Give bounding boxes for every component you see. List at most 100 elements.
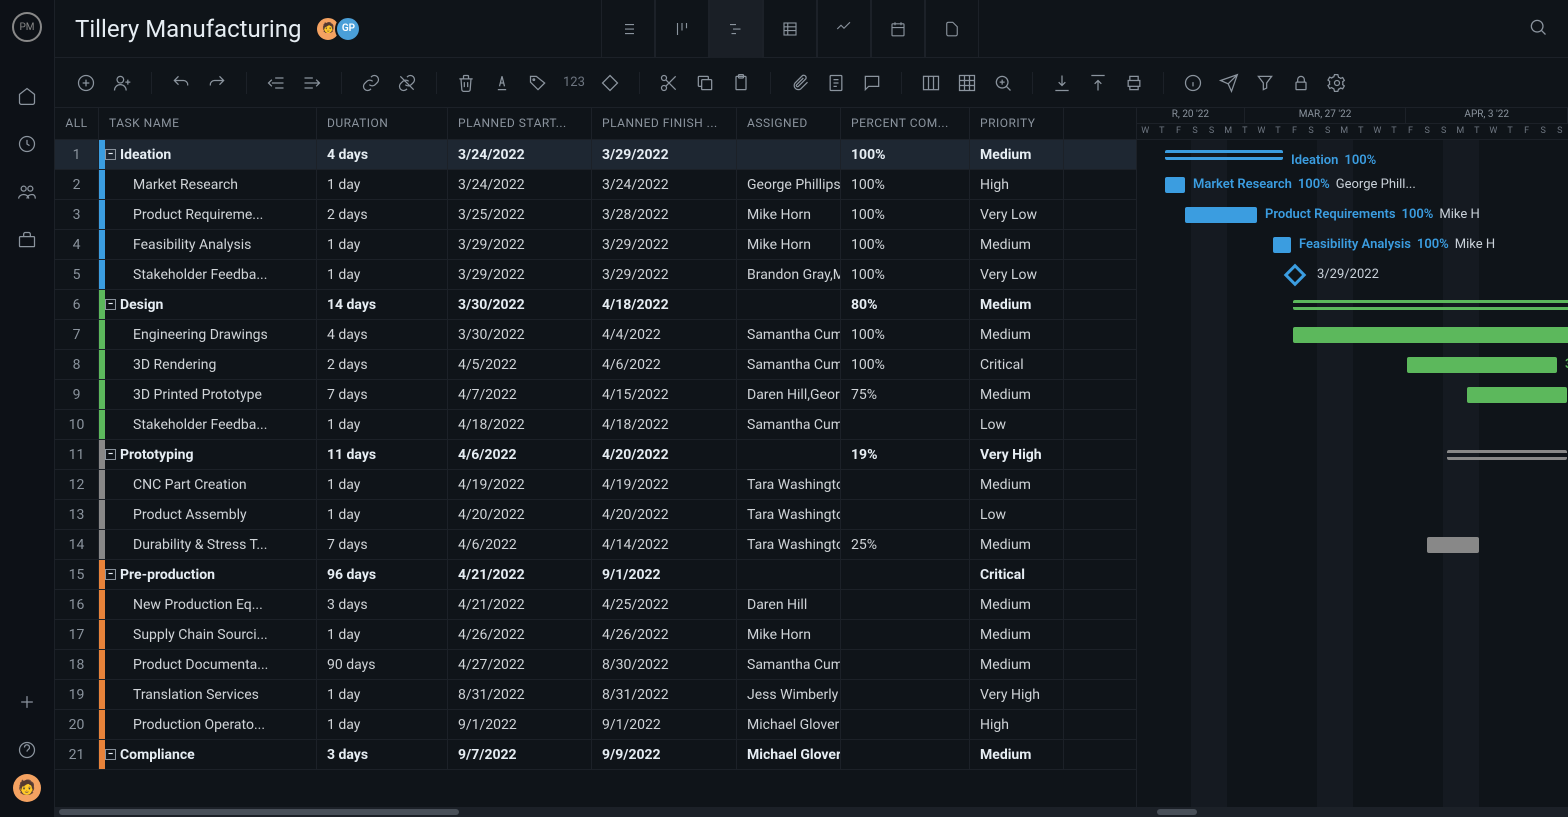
percent-cell[interactable] — [841, 620, 970, 649]
task-row[interactable]: 9 3D Printed Prototype 7 days 4/7/2022 4… — [55, 380, 1136, 410]
finish-cell[interactable]: 4/19/2022 — [592, 470, 737, 499]
assigned-cell[interactable]: Samantha Cum — [737, 320, 841, 349]
start-cell[interactable]: 4/18/2022 — [448, 410, 592, 439]
duration-cell[interactable]: 1 day — [317, 170, 448, 199]
percent-cell[interactable]: 100% — [841, 320, 970, 349]
duration-cell[interactable]: 2 days — [317, 200, 448, 229]
percent-cell[interactable] — [841, 740, 970, 769]
task-name-cell[interactable]: − Prototyping — [99, 440, 317, 469]
task-name-cell[interactable]: Translation Services — [99, 680, 317, 709]
start-cell[interactable]: 3/25/2022 — [448, 200, 592, 229]
notes-icon[interactable] — [825, 72, 847, 94]
col-header-priority[interactable]: PRIORITY — [970, 108, 1064, 139]
start-cell[interactable]: 4/19/2022 — [448, 470, 592, 499]
duration-cell[interactable]: 1 day — [317, 620, 448, 649]
gantt-row[interactable] — [1137, 740, 1568, 770]
assigned-cell[interactable]: Mike Horn — [737, 230, 841, 259]
priority-cell[interactable]: Medium — [970, 230, 1064, 259]
finish-cell[interactable]: 3/29/2022 — [592, 260, 737, 289]
view-chart-icon[interactable] — [817, 0, 871, 58]
start-cell[interactable]: 4/27/2022 — [448, 650, 592, 679]
finish-cell[interactable]: 4/15/2022 — [592, 380, 737, 409]
percent-cell[interactable]: 80% — [841, 290, 970, 319]
assigned-cell[interactable]: Mike Horn — [737, 200, 841, 229]
task-name-cell[interactable]: Product Assembly — [99, 500, 317, 529]
task-row[interactable]: 15 − Pre-production 96 days 4/21/2022 9/… — [55, 560, 1136, 590]
gantt-row[interactable] — [1137, 710, 1568, 740]
percent-cell[interactable] — [841, 470, 970, 499]
percent-cell[interactable] — [841, 500, 970, 529]
task-name-cell[interactable]: Feasibility Analysis — [99, 230, 317, 259]
percent-cell[interactable] — [841, 710, 970, 739]
gantt-bar[interactable]: Market Research100%George Phill... — [1165, 177, 1185, 193]
finish-cell[interactable]: 4/25/2022 — [592, 590, 737, 619]
col-header-assigned[interactable]: ASSIGNED — [737, 108, 841, 139]
gantt-bar[interactable] — [1447, 450, 1567, 460]
duration-cell[interactable]: 2 days — [317, 350, 448, 379]
gantt-row[interactable] — [1137, 530, 1568, 560]
send-icon[interactable] — [1218, 72, 1240, 94]
help-icon[interactable] — [17, 740, 37, 760]
percent-cell[interactable] — [841, 560, 970, 589]
priority-cell[interactable]: Very Low — [970, 200, 1064, 229]
col-header-all[interactable]: ALL — [55, 108, 99, 139]
collapse-icon[interactable]: − — [105, 449, 116, 460]
priority-cell[interactable]: Medium — [970, 290, 1064, 319]
print-icon[interactable] — [1123, 72, 1145, 94]
duration-cell[interactable]: 7 days — [317, 380, 448, 409]
col-header-finish[interactable]: PLANNED FINISH ... — [592, 108, 737, 139]
task-row[interactable]: 16 New Production Eq... 3 days 4/21/2022… — [55, 590, 1136, 620]
home-icon[interactable] — [17, 86, 37, 106]
start-cell[interactable]: 4/20/2022 — [448, 500, 592, 529]
assigned-cell[interactable] — [737, 140, 841, 169]
duration-cell[interactable]: 1 day — [317, 230, 448, 259]
percent-cell[interactable] — [841, 410, 970, 439]
start-cell[interactable]: 3/24/2022 — [448, 140, 592, 169]
percent-cell[interactable]: 19% — [841, 440, 970, 469]
gantt-row[interactable]: 3D Rend — [1137, 350, 1568, 380]
start-cell[interactable]: 9/1/2022 — [448, 710, 592, 739]
priority-cell[interactable]: Low — [970, 500, 1064, 529]
start-cell[interactable]: 4/26/2022 — [448, 620, 592, 649]
percent-cell[interactable]: 100% — [841, 200, 970, 229]
gantt-body[interactable]: Ideation100%Market Research100%George Ph… — [1137, 140, 1568, 807]
cut-icon[interactable] — [658, 72, 680, 94]
task-name-cell[interactable]: Stakeholder Feedba... — [99, 410, 317, 439]
info-icon[interactable] — [1182, 72, 1204, 94]
collapse-icon[interactable]: − — [105, 749, 116, 760]
paste-icon[interactable] — [730, 72, 752, 94]
tag-icon[interactable] — [527, 72, 549, 94]
lock-icon[interactable] — [1290, 72, 1312, 94]
priority-cell[interactable]: Medium — [970, 620, 1064, 649]
priority-cell[interactable]: Very High — [970, 680, 1064, 709]
start-cell[interactable]: 9/7/2022 — [448, 740, 592, 769]
finish-cell[interactable]: 4/18/2022 — [592, 410, 737, 439]
percent-cell[interactable]: 100% — [841, 230, 970, 259]
priority-cell[interactable]: Critical — [970, 350, 1064, 379]
percent-cell[interactable]: 25% — [841, 530, 970, 559]
gantt-row[interactable]: Product Requirements100%Mike H — [1137, 200, 1568, 230]
gantt-milestone[interactable] — [1284, 264, 1307, 287]
assigned-cell[interactable]: Tara Washingto — [737, 530, 841, 559]
task-name-cell[interactable]: Market Research — [99, 170, 317, 199]
gantt-row[interactable] — [1137, 380, 1568, 410]
task-row[interactable]: 20 Production Operato... 1 day 9/1/2022 … — [55, 710, 1136, 740]
task-name-cell[interactable]: − Design — [99, 290, 317, 319]
duration-cell[interactable]: 1 day — [317, 260, 448, 289]
task-row[interactable]: 8 3D Rendering 2 days 4/5/2022 4/6/2022 … — [55, 350, 1136, 380]
finish-cell[interactable]: 4/20/2022 — [592, 500, 737, 529]
gantt-row[interactable]: Feasibility Analysis100%Mike H — [1137, 230, 1568, 260]
team-icon[interactable] — [17, 182, 37, 202]
start-cell[interactable]: 4/21/2022 — [448, 560, 592, 589]
task-name-cell[interactable]: CNC Part Creation — [99, 470, 317, 499]
gantt-bar[interactable] — [1427, 537, 1479, 553]
percent-cell[interactable] — [841, 590, 970, 619]
diamond-icon[interactable] — [599, 72, 621, 94]
task-row[interactable]: 13 Product Assembly 1 day 4/20/2022 4/20… — [55, 500, 1136, 530]
task-name-cell[interactable]: − Pre-production — [99, 560, 317, 589]
clock-icon[interactable] — [17, 134, 37, 154]
search-icon[interactable] — [1528, 17, 1548, 41]
duration-cell[interactable]: 1 day — [317, 710, 448, 739]
gantt-row[interactable] — [1137, 680, 1568, 710]
priority-cell[interactable]: Medium — [970, 320, 1064, 349]
